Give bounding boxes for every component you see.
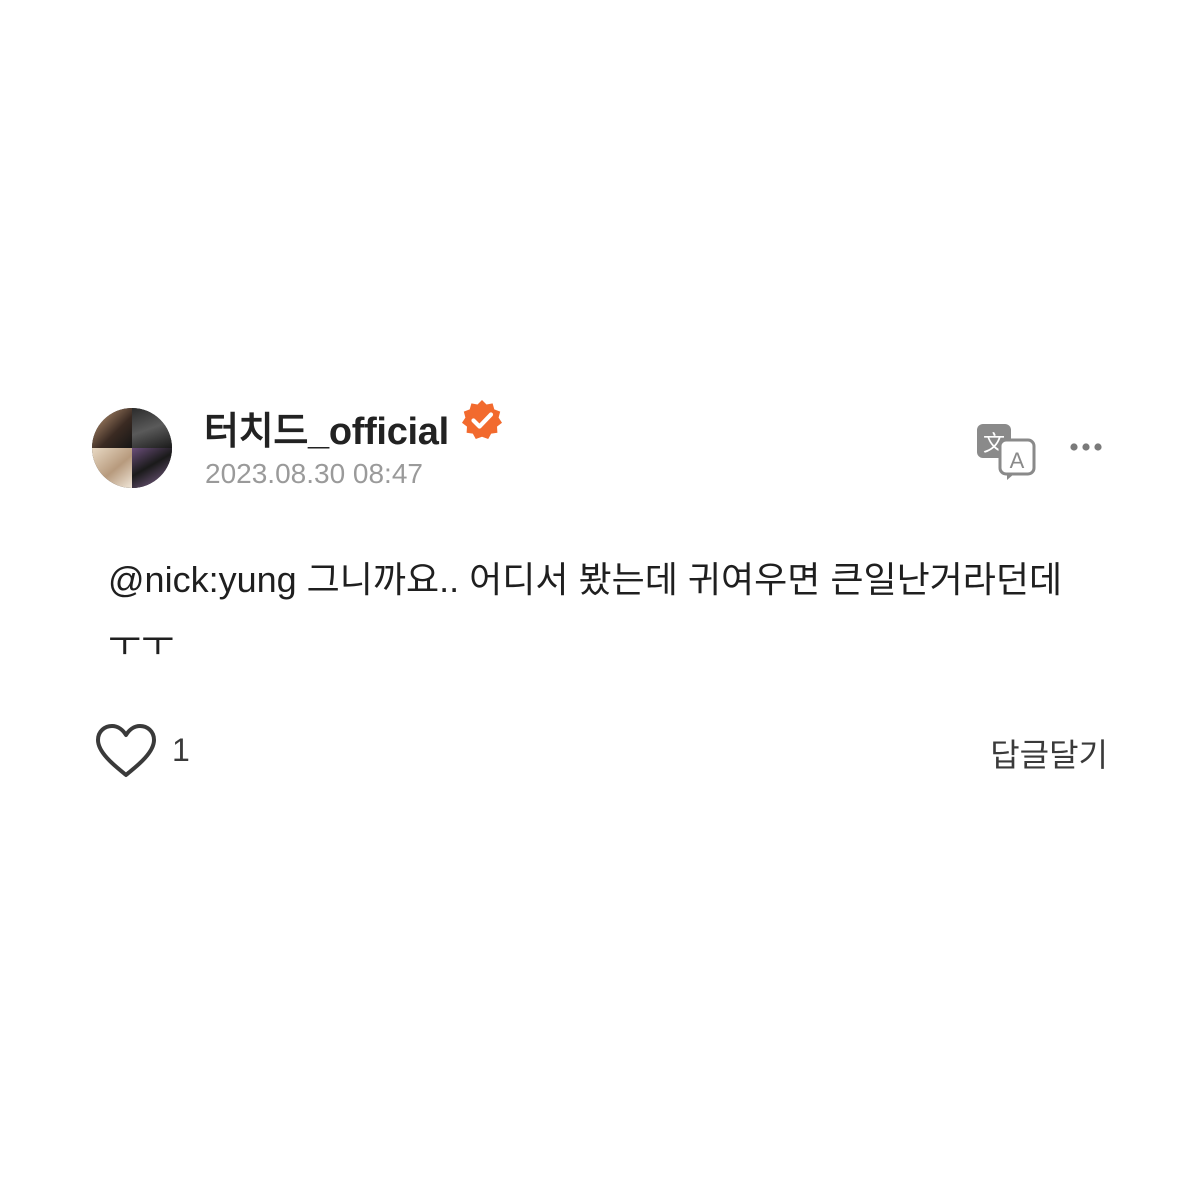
avatar-photo-4 (132, 448, 172, 488)
avatar-photo-3 (92, 448, 132, 488)
comment-text: @nick:yung 그니까요.. 어디서 봤는데 귀여우면 큰일난거라던데 ㅜ… (108, 559, 1063, 664)
verified-badge-icon (462, 400, 502, 439)
like-count: 1 (172, 732, 190, 768)
more-options-icon[interactable] (1066, 432, 1106, 462)
avatar[interactable] (92, 408, 172, 488)
heart-outline-icon[interactable] (94, 722, 158, 780)
translate-icon[interactable]: 文 A (974, 422, 1040, 482)
comment-timestamp: 2023.08.30 08:47 (205, 458, 423, 489)
avatar-photo-1 (92, 408, 132, 448)
author-name[interactable]: 터치드_official (204, 400, 449, 455)
avatar-photo-2 (132, 408, 172, 448)
reply-button[interactable]: 답글달기 (990, 730, 1108, 776)
comment-card: 터치드_official 2023.08.30 08:47 文 A @nick:… (0, 0, 1200, 1200)
svg-text:A: A (1010, 448, 1025, 473)
